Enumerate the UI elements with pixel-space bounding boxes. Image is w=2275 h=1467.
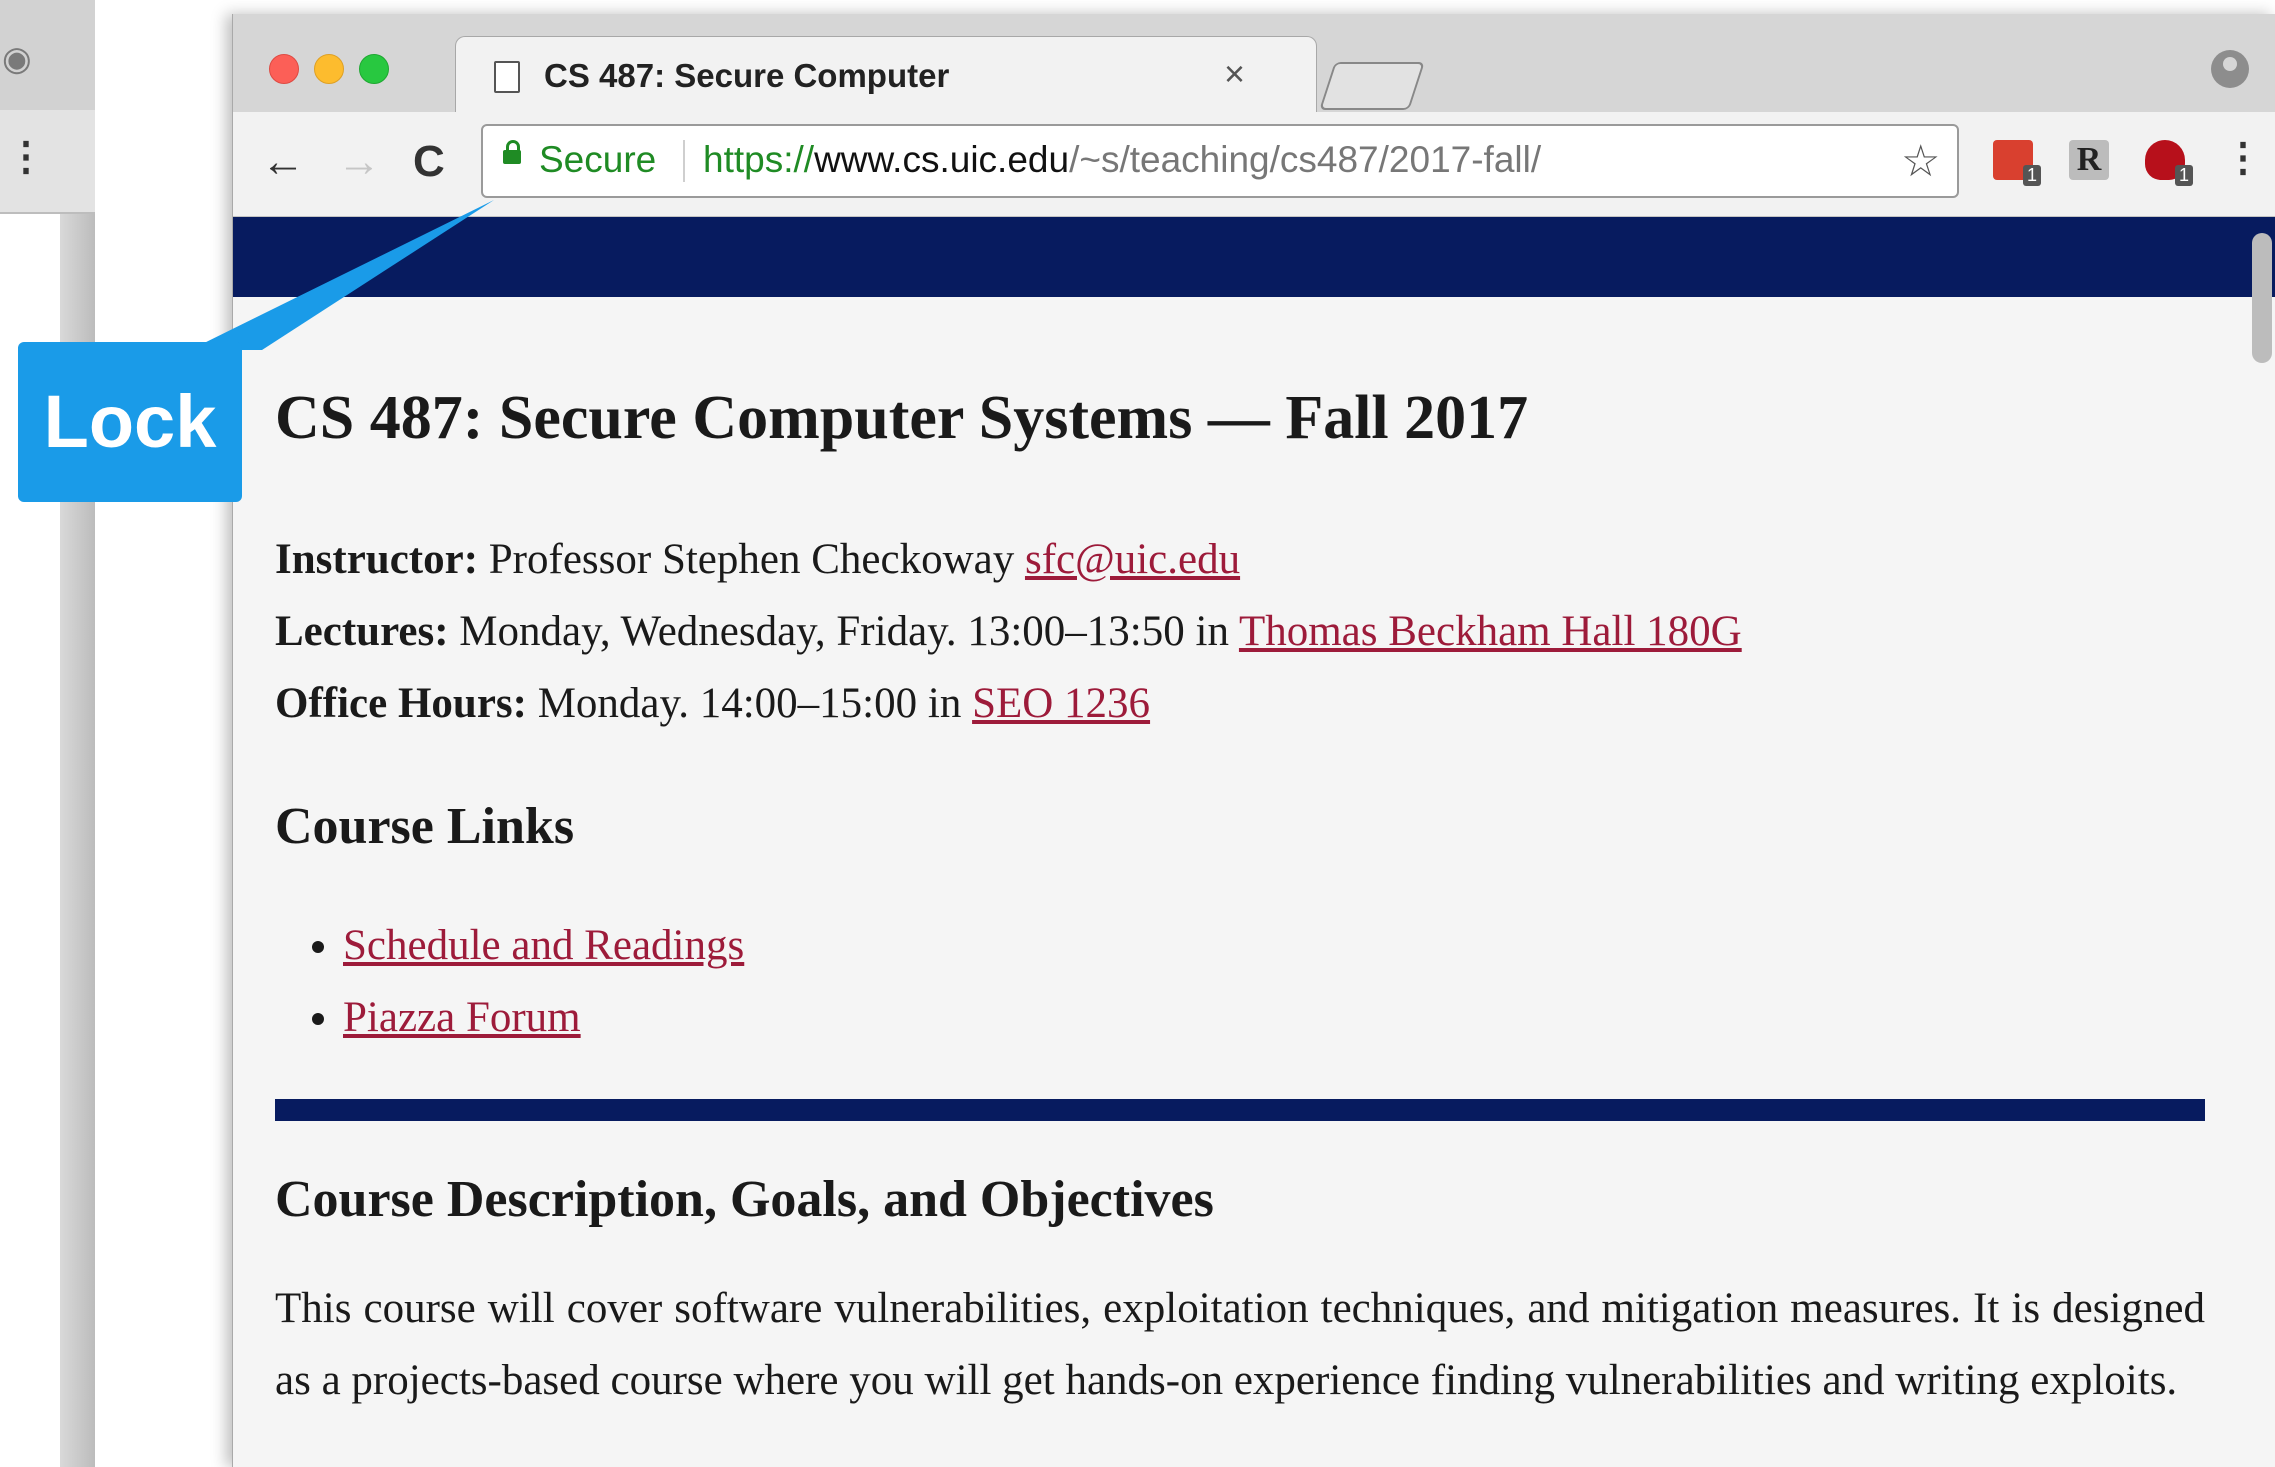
list-item: Piazza Forum [343, 982, 744, 1054]
browser-menu-icon[interactable]: ⋮ [2223, 138, 2263, 178]
top-strip [0, 0, 2275, 14]
address-bar[interactable]: Secure https://www.cs.uic.edu/~s/teachin… [481, 124, 1959, 198]
profile-icon[interactable] [2211, 50, 2249, 88]
course-links-heading: Course Links [275, 798, 575, 855]
description-paragraph: This course will cover software vulnerab… [275, 1285, 2205, 1404]
reload-icon[interactable]: C [413, 134, 445, 190]
background-window: ◉ ⋮ [0, 0, 95, 1467]
browser-toolbar: ← → C Secure https://www.cs.uic.edu/~s/t… [233, 112, 2275, 217]
site-banner [233, 217, 2275, 297]
lectures-label: Lectures: [275, 608, 449, 655]
lectures-value: Monday, Wednesday, Friday. 13:00–13:50 i… [459, 608, 1229, 655]
zoom-window-button[interactable] [359, 54, 389, 84]
list-item: Schedule and Readings [343, 910, 744, 982]
tab-close-icon[interactable]: × [1224, 53, 1245, 95]
page-document-icon [494, 61, 520, 93]
extension-badge: 1 [2174, 165, 2193, 186]
lectures-location-link[interactable]: Thomas Beckham Hall 180G [1239, 608, 1742, 655]
url-host: www.cs.uic.edu [814, 139, 1070, 180]
tab-strip: CS 487: Secure Computer Sy × [233, 14, 2275, 115]
page-viewport: CS 487: Secure Computer Systems — Fall 2… [233, 217, 2275, 1467]
office-hours-location-link[interactable]: SEO 1236 [972, 680, 1150, 727]
browser-window: CS 487: Secure Computer Sy × ← → C Secur… [232, 14, 2275, 1467]
instructor-line: Instructor: Professor Stephen Checkoway … [275, 535, 1240, 584]
new-tab-button[interactable] [1319, 62, 1425, 110]
lock-callout-label: Lock [18, 342, 242, 502]
shield-extension-icon[interactable]: 1 [2145, 140, 2193, 186]
instructor-name: Professor Stephen Checkoway [488, 536, 1015, 583]
secure-label[interactable]: Secure [539, 139, 656, 181]
piazza-forum-link[interactable]: Piazza Forum [343, 994, 581, 1041]
scrollbar-thumb[interactable] [2252, 233, 2272, 363]
office-hours-line: Office Hours: Monday. 14:00–15:00 in SEO… [275, 679, 1150, 728]
r-extension-icon[interactable]: R [2069, 140, 2109, 180]
office-hours-value: Monday. 14:00–15:00 in [537, 680, 962, 727]
description-heading: Course Description, Goals, and Objective… [275, 1171, 1214, 1228]
background-profile-icon: ◉ [2, 40, 32, 78]
close-window-button[interactable] [269, 54, 299, 84]
instructor-email-link[interactable]: sfc@uic.edu [1025, 536, 1240, 583]
office-hours-label: Office Hours: [275, 680, 527, 727]
url-path: /~s/teaching/cs487/2017-fall/ [1069, 139, 1542, 180]
back-arrow-icon[interactable]: ← [261, 134, 305, 190]
forward-arrow-icon[interactable]: → [337, 134, 381, 190]
course-links-list: Schedule and Readings Piazza Forum [293, 910, 744, 1054]
page-title: CS 487: Secure Computer Systems — Fall 2… [275, 384, 1529, 452]
tab-active[interactable]: CS 487: Secure Computer Sy × [455, 36, 1317, 115]
url-scheme: https:// [703, 139, 815, 180]
address-divider [683, 140, 685, 182]
background-menu-icon: ⋮ [6, 135, 46, 179]
minimize-window-button[interactable] [314, 54, 344, 84]
lectures-line: Lectures: Monday, Wednesday, Friday. 13:… [275, 607, 1742, 656]
calendar-extension-icon[interactable]: 1 [1993, 140, 2041, 186]
instructor-label: Instructor: [275, 536, 479, 583]
lock-icon[interactable] [503, 140, 521, 164]
extension-badge: 1 [2022, 165, 2041, 186]
schedule-readings-link[interactable]: Schedule and Readings [343, 922, 744, 969]
tab-title: CS 487: Secure Computer Sy [544, 57, 954, 94]
url-text[interactable]: https://www.cs.uic.edu/~s/teaching/cs487… [703, 139, 1541, 181]
section-divider [275, 1099, 2205, 1121]
bookmark-star-icon[interactable]: ☆ [1901, 136, 1940, 187]
